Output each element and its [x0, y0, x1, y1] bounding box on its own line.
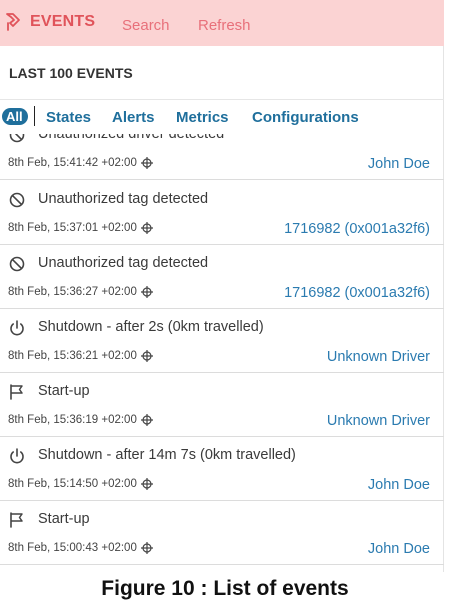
event-row[interactable]: Unauthorized tag detected 8th Feb, 15:37… [0, 181, 444, 245]
event-row[interactable]: Shutdown - after 14m 7s (0km travelled) … [0, 437, 444, 501]
event-driver[interactable]: John Doe [368, 156, 430, 172]
flag-icon [10, 512, 23, 528]
prohibited-icon [9, 134, 25, 143]
events-icon [6, 13, 20, 31]
event-timestamp: 8th Feb, 15:36:19 +02:00 [8, 414, 137, 426]
last-events-title: LAST 100 EVENTS [9, 65, 133, 81]
crosshair-icon[interactable] [140, 157, 153, 169]
event-driver[interactable]: Unknown Driver [327, 413, 430, 429]
tab-separator [34, 106, 35, 126]
event-title: Unauthorized driver detected [38, 134, 225, 142]
event-title: Start-up [38, 383, 90, 399]
crosshair-icon[interactable] [140, 414, 153, 426]
event-time: 8th Feb, 15:00:43 +02:00 [8, 542, 153, 554]
event-row[interactable]: Unauthorized tag detected 8th Feb, 15:36… [0, 245, 444, 309]
event-row[interactable]: Unauthorized driver detected 8th Feb, 15… [0, 134, 444, 180]
event-timestamp: 8th Feb, 15:00:43 +02:00 [8, 542, 137, 554]
event-time: 8th Feb, 15:37:01 +02:00 [8, 222, 153, 234]
event-time: 8th Feb, 15:36:27 +02:00 [8, 286, 153, 298]
event-row[interactable]: Shutdown - after 2s (0km travelled) 8th … [0, 309, 444, 373]
event-timestamp: 8th Feb, 15:41:42 +02:00 [8, 157, 137, 169]
prohibited-icon [9, 192, 25, 208]
refresh-link[interactable]: Refresh [198, 17, 251, 34]
event-time: 8th Feb, 15:36:21 +02:00 [8, 350, 153, 362]
event-tag-id[interactable]: 1716982 (0x001a32f6) [284, 285, 430, 301]
crosshair-icon[interactable] [140, 222, 153, 234]
crosshair-icon[interactable] [140, 478, 153, 490]
search-link[interactable]: Search [122, 17, 170, 34]
event-driver[interactable]: Unknown Driver [327, 349, 430, 365]
event-time: 8th Feb, 15:36:19 +02:00 [8, 414, 153, 426]
flag-icon [10, 384, 23, 400]
tab-all[interactable]: All [2, 108, 28, 125]
event-row[interactable]: Start-up 8th Feb, 15:36:19 +02:00 Unknow… [0, 373, 444, 437]
event-title: Unauthorized tag detected [38, 255, 209, 271]
crosshair-icon[interactable] [140, 350, 153, 362]
event-title: Start-up [38, 511, 90, 527]
prohibited-icon [9, 256, 25, 272]
event-time: 8th Feb, 15:14:50 +02:00 [8, 478, 153, 490]
crosshair-icon[interactable] [140, 542, 153, 554]
event-title: Shutdown - after 2s (0km travelled) [38, 319, 264, 335]
event-title: Unauthorized tag detected [38, 191, 209, 207]
tab-configurations[interactable]: Configurations [252, 109, 359, 126]
event-timestamp: 8th Feb, 15:36:27 +02:00 [8, 286, 137, 298]
crosshair-icon[interactable] [140, 286, 153, 298]
events-list[interactable]: Unauthorized driver detected 8th Feb, 15… [0, 134, 444, 572]
events-header: EVENTS Search Refresh [0, 0, 444, 46]
event-tag-id[interactable]: 1716982 (0x001a32f6) [284, 221, 430, 237]
event-row[interactable]: Start-up 8th Feb, 15:00:43 +02:00 John D… [0, 501, 444, 565]
events-title: EVENTS [30, 13, 96, 30]
tab-metrics[interactable]: Metrics [176, 109, 229, 126]
figure-caption: Figure 10 : List of events [101, 577, 349, 600]
tab-states[interactable]: States [46, 109, 91, 126]
power-icon [10, 320, 24, 336]
event-driver[interactable]: John Doe [368, 541, 430, 557]
filter-tabs: All States Alerts Metrics Configurations [0, 100, 444, 134]
event-time: 8th Feb, 15:41:42 +02:00 [8, 157, 153, 169]
event-title: Shutdown - after 14m 7s (0km travelled) [38, 447, 296, 463]
event-timestamp: 8th Feb, 15:36:21 +02:00 [8, 350, 137, 362]
event-timestamp: 8th Feb, 15:14:50 +02:00 [8, 478, 137, 490]
events-panel: EVENTS Search Refresh LAST 100 EVENTS Al… [0, 0, 444, 572]
power-icon [10, 448, 24, 464]
events-subheader: LAST 100 EVENTS [0, 46, 444, 100]
event-timestamp: 8th Feb, 15:37:01 +02:00 [8, 222, 137, 234]
tab-alerts[interactable]: Alerts [112, 109, 155, 126]
event-driver[interactable]: John Doe [368, 477, 430, 493]
